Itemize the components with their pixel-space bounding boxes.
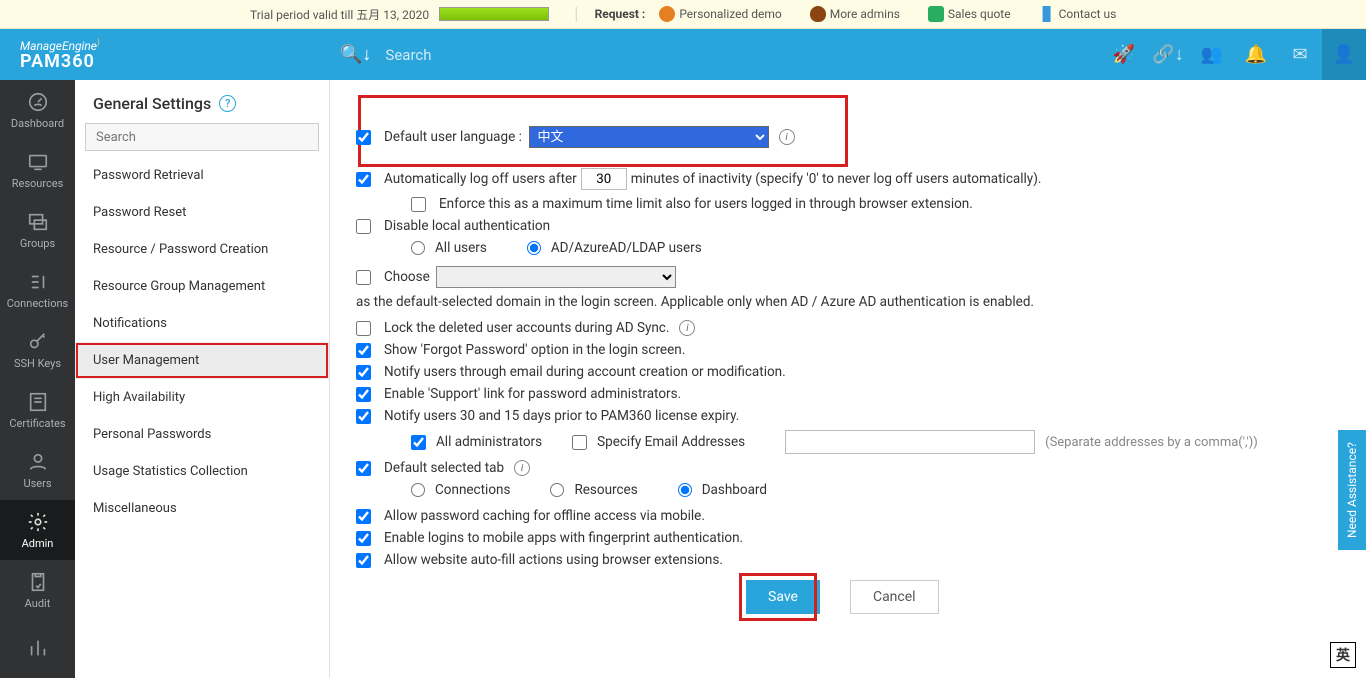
input-logoff-minutes[interactable]: [581, 168, 627, 190]
sidebar-item-user-management[interactable]: User Management: [75, 342, 329, 379]
info-icon[interactable]: i: [679, 320, 695, 336]
select-default-domain[interactable]: [436, 266, 676, 288]
save-button[interactable]: Save: [746, 580, 820, 614]
checkbox-enforce-extension[interactable]: [411, 197, 426, 212]
radio-tab-resources[interactable]: Resources: [550, 482, 637, 498]
logo[interactable]: ManageEngine) PAM360: [0, 38, 330, 71]
nav-groups[interactable]: Groups: [0, 200, 75, 260]
settings-form: Default user language : 中文 i Automatical…: [330, 80, 1366, 678]
global-search[interactable]: 🔍↓: [330, 29, 1102, 80]
sidebar-item-resource-password-creation[interactable]: Resource / Password Creation: [75, 231, 329, 268]
quote-icon: [928, 6, 944, 22]
checkbox-fingerprint[interactable]: [356, 531, 371, 546]
link-personalized-demo[interactable]: Personalized demo: [659, 6, 781, 22]
help-icon[interactable]: ?: [219, 95, 236, 112]
nav-audit[interactable]: Audit: [0, 560, 75, 620]
search-icon: 🔍↓: [340, 44, 371, 65]
nav-dashboard[interactable]: Dashboard: [0, 80, 75, 140]
sidebar-item-usage-statistics[interactable]: Usage Statistics Collection: [75, 453, 329, 490]
checkbox-default-tab[interactable]: [356, 461, 371, 476]
checkbox-notify-email[interactable]: [356, 365, 371, 380]
settings-sidebar: General Settings ? Password Retrieval Pa…: [75, 80, 330, 678]
search-input[interactable]: [385, 46, 685, 64]
sidebar-item-miscellaneous[interactable]: Miscellaneous: [75, 490, 329, 527]
info-icon[interactable]: i: [514, 460, 530, 476]
checkbox-autofill[interactable]: [356, 553, 371, 568]
checkbox-lock-deleted[interactable]: [356, 321, 371, 336]
sidebar-item-resource-group-management[interactable]: Resource Group Management: [75, 268, 329, 305]
select-default-language[interactable]: 中文: [529, 126, 769, 148]
nav-reports[interactable]: [0, 620, 75, 680]
nav-users[interactable]: Users: [0, 440, 75, 500]
phone-icon: [1039, 6, 1055, 22]
checkbox-choose-domain[interactable]: [356, 270, 371, 285]
settings-search-input[interactable]: [85, 123, 319, 151]
sidebar-item-password-retrieval[interactable]: Password Retrieval: [75, 157, 329, 194]
nav-ssh-keys[interactable]: SSH Keys: [0, 320, 75, 380]
input-email-addresses[interactable]: [785, 430, 1035, 454]
info-icon[interactable]: i: [779, 129, 795, 145]
link-more-admins[interactable]: More admins: [810, 6, 900, 22]
trial-bar: Trial period valid till 五月 13, 2020 │ Re…: [0, 0, 1366, 29]
nav-sidebar: Dashboard Resources Groups Connections S…: [0, 80, 75, 678]
need-assistance-tab[interactable]: Need Assistance?: [1338, 430, 1366, 550]
radio-all-users[interactable]: All users: [411, 240, 487, 256]
sidebar-item-personal-passwords[interactable]: Personal Passwords: [75, 416, 329, 453]
radio-ad-users[interactable]: AD/AzureAD/LDAP users: [527, 240, 702, 256]
demo-icon: [659, 6, 675, 22]
checkbox-all-admins[interactable]: All administrators: [411, 434, 542, 450]
nav-resources[interactable]: Resources: [0, 140, 75, 200]
nav-connections[interactable]: Connections: [0, 260, 75, 320]
nav-admin[interactable]: Admin: [0, 500, 75, 560]
trial-progress-bar: [439, 7, 549, 21]
domain-note: as the default-selected domain in the lo…: [356, 294, 1340, 310]
link-contact-us[interactable]: Contact us: [1039, 6, 1117, 22]
radio-tab-dashboard[interactable]: Dashboard: [678, 482, 767, 498]
sidebar-item-high-availability[interactable]: High Availability: [75, 379, 329, 416]
profile-icon[interactable]: 👤: [1322, 29, 1366, 80]
request-label: Request :: [595, 7, 646, 21]
ime-indicator[interactable]: 英: [1330, 642, 1356, 668]
people-icon[interactable]: 👥: [1190, 29, 1234, 80]
trial-period-text: Trial period valid till 五月 13, 2020: [250, 6, 429, 23]
cancel-button[interactable]: Cancel: [850, 580, 939, 614]
bell-icon[interactable]: 🔔: [1234, 29, 1278, 80]
settings-title: General Settings ?: [75, 80, 329, 123]
checkbox-notify-expiry[interactable]: [356, 409, 371, 424]
rocket-icon[interactable]: 🚀: [1102, 29, 1146, 80]
sidebar-item-notifications[interactable]: Notifications: [75, 305, 329, 342]
link-icon[interactable]: 🔗↓: [1146, 29, 1190, 80]
mail-icon[interactable]: ✉: [1278, 29, 1322, 80]
checkbox-auto-logoff[interactable]: [356, 172, 371, 187]
admins-icon: [810, 6, 826, 22]
checkbox-enable-support[interactable]: [356, 387, 371, 402]
link-sales-quote[interactable]: Sales quote: [928, 6, 1011, 22]
nav-certificates[interactable]: Certificates: [0, 380, 75, 440]
sidebar-item-password-reset[interactable]: Password Reset: [75, 194, 329, 231]
checkbox-default-language[interactable]: [356, 130, 371, 145]
radio-tab-connections[interactable]: Connections: [411, 482, 510, 498]
main-header: ManageEngine) PAM360 🔍↓ 🚀 🔗↓ 👥 🔔 ✉ 👤: [0, 29, 1366, 80]
checkbox-disable-local-auth[interactable]: [356, 219, 371, 234]
checkbox-specify-email[interactable]: Specify Email Addresses: [572, 434, 745, 450]
checkbox-allow-caching[interactable]: [356, 509, 371, 524]
checkbox-forgot-password[interactable]: [356, 343, 371, 358]
